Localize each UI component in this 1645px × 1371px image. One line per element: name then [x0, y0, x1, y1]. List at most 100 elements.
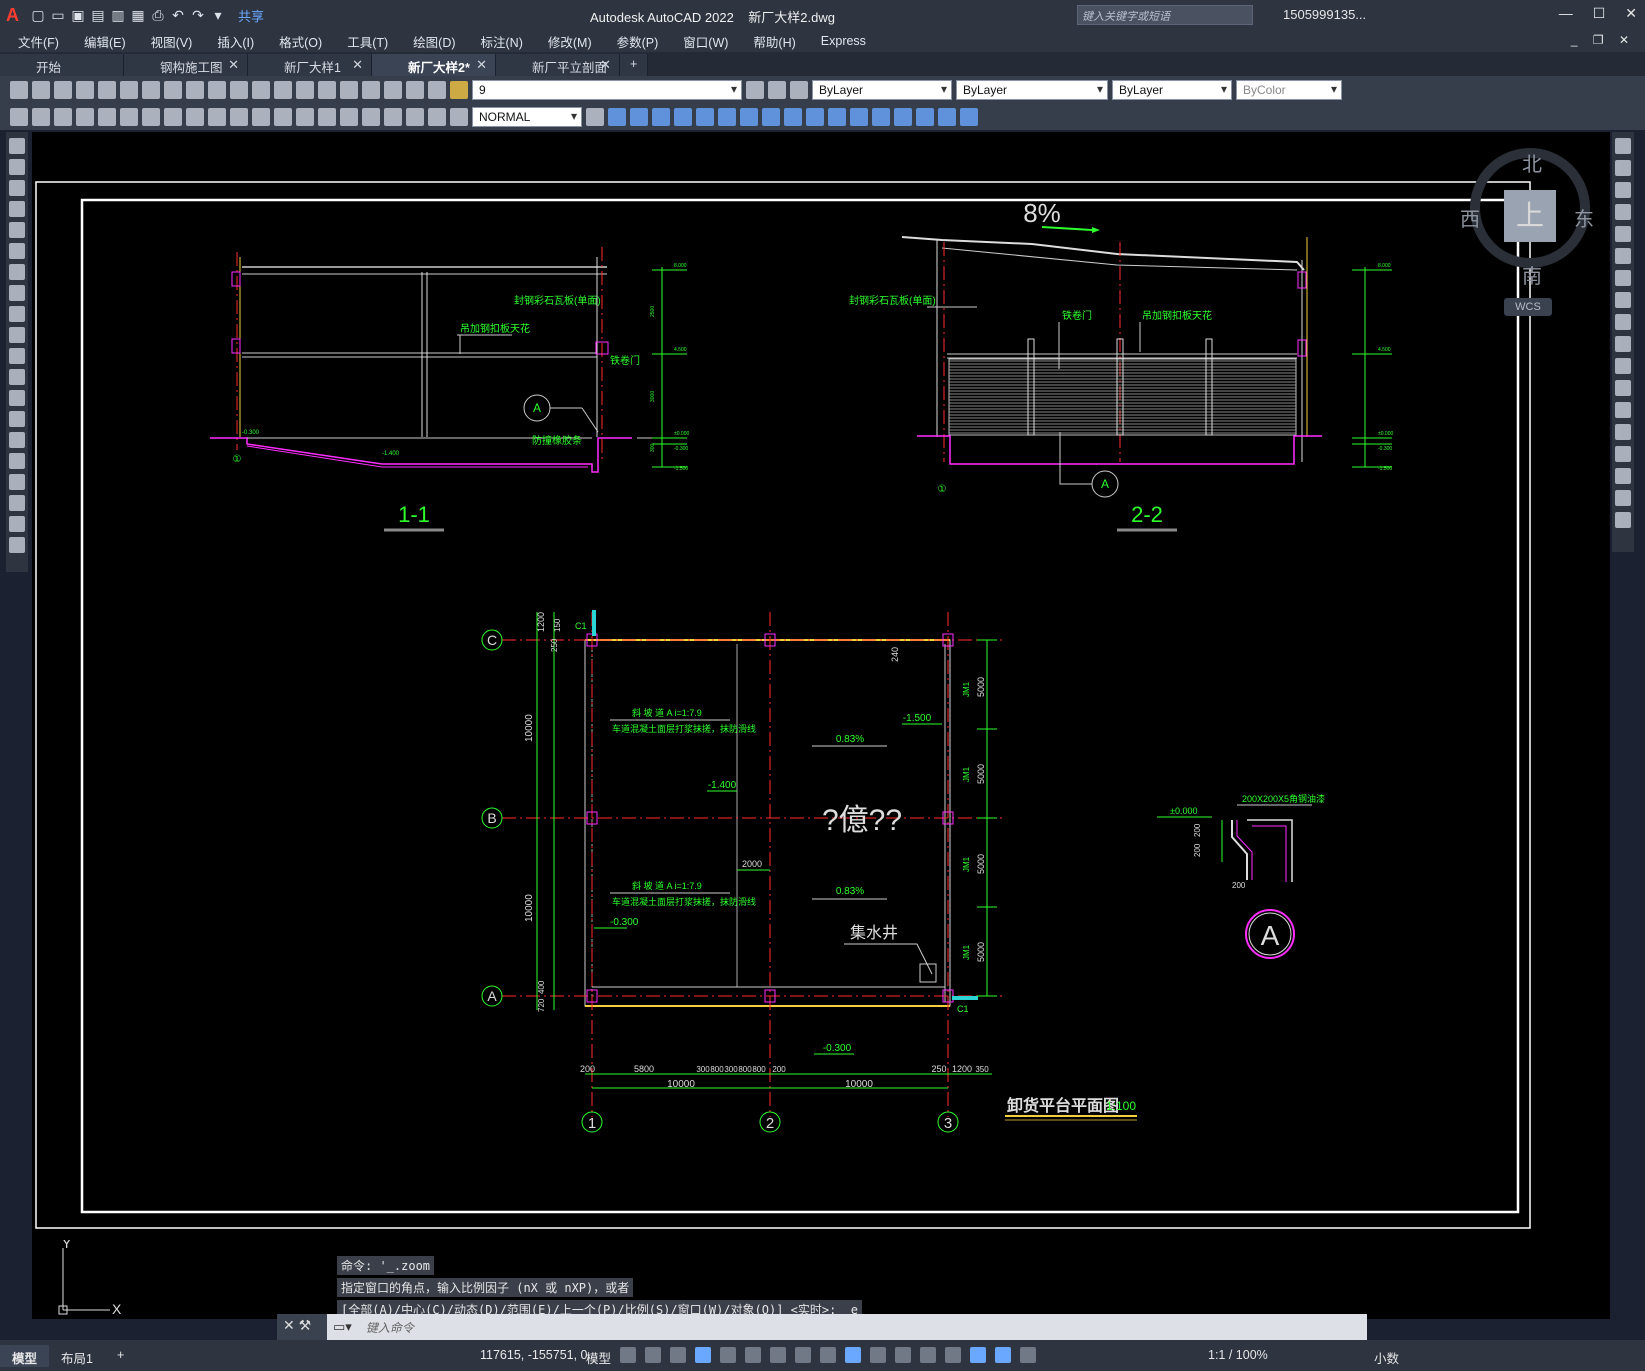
dimstyle-dropdown[interactable]: NORMAL [472, 106, 582, 127]
tab-steel-drawing[interactable]: 钢构施工图 ✕ [124, 54, 248, 76]
tab-start[interactable]: 开始 [0, 54, 124, 76]
autocad-logo-icon[interactable]: A [6, 5, 24, 26]
menu-help[interactable]: 帮助(H) [753, 32, 795, 51]
design-center-icon[interactable] [362, 80, 380, 99]
dim-radius-icon[interactable] [164, 107, 182, 126]
dim-linear-icon[interactable] [76, 107, 94, 126]
maximize-icon[interactable]: ☐ [1593, 5, 1606, 22]
dim-aligned-icon[interactable] [98, 107, 116, 126]
dim-space-icon[interactable] [318, 107, 336, 126]
copy-icon[interactable] [164, 80, 182, 99]
isodraft-icon[interactable] [745, 1347, 761, 1363]
orbit-icon[interactable] [828, 107, 846, 126]
infer-icon[interactable] [670, 1347, 686, 1363]
mirror-icon[interactable] [1615, 182, 1631, 198]
transparency-icon[interactable] [845, 1347, 861, 1363]
dropdown-icon[interactable]: ▾ [210, 7, 226, 23]
tab-layout1[interactable]: 布局1 [49, 1345, 105, 1367]
view-bottom-icon[interactable] [630, 107, 648, 126]
web-open-icon[interactable]: ▥ [110, 7, 126, 23]
hatch-icon[interactable] [9, 432, 25, 448]
dyn-ucs-icon[interactable] [920, 1347, 936, 1363]
compass-north[interactable]: 北 [1522, 148, 1542, 177]
layer-props-icon[interactable] [10, 107, 28, 126]
pan-icon[interactable] [274, 80, 292, 99]
ellipse-arc-icon[interactable] [9, 348, 25, 364]
help-icon[interactable] [428, 80, 446, 99]
lineweight-icon[interactable] [820, 1347, 836, 1363]
osnap-icon[interactable] [795, 1347, 811, 1363]
rectangle-icon[interactable] [9, 222, 25, 238]
dim-continue-icon[interactable] [296, 107, 314, 126]
ucs-icon[interactable] [872, 107, 890, 126]
region-icon[interactable] [9, 474, 25, 490]
layer-tools-icon[interactable] [746, 80, 764, 99]
gradient-icon[interactable] [9, 453, 25, 469]
rotate-icon[interactable] [1615, 270, 1631, 286]
undo-icon[interactable]: ↶ [170, 7, 186, 23]
menu-format[interactable]: 格式(O) [279, 32, 322, 51]
paste-icon[interactable] [186, 80, 204, 99]
ucs-prev-icon[interactable] [916, 107, 934, 126]
tab-plan-elevation[interactable]: 新厂平立剖面图*✕ [496, 54, 620, 94]
menu-view[interactable]: 视图(V) [151, 32, 193, 51]
plotstyle-dropdown[interactable]: ByColor [1236, 79, 1342, 100]
dim-break-icon[interactable] [340, 107, 358, 126]
offset-icon[interactable] [1615, 204, 1631, 220]
3dosnap-icon[interactable] [895, 1347, 911, 1363]
erase-icon[interactable] [1615, 138, 1631, 154]
dim-text-edit-icon[interactable] [450, 107, 468, 126]
command-input[interactable]: 键入命令 [352, 1319, 414, 1336]
menu-modify[interactable]: 修改(M) [548, 32, 592, 51]
spline-icon[interactable] [9, 306, 25, 322]
open-icon[interactable]: ▭ [50, 7, 66, 23]
polygon-icon[interactable] [9, 201, 25, 217]
units-dropdown[interactable]: 小数 [1374, 1348, 1399, 1367]
close-icon[interactable]: ✕ [352, 57, 363, 73]
dim-angular-icon[interactable] [230, 107, 248, 126]
stretch-icon[interactable] [1615, 314, 1631, 330]
preview-icon[interactable] [98, 80, 116, 99]
close-icon[interactable]: ✕ [600, 57, 611, 73]
annotation-visibility-icon[interactable] [995, 1347, 1011, 1363]
insert-block-icon[interactable] [9, 369, 25, 385]
compass-east[interactable]: 东 [1574, 203, 1594, 232]
fillet-icon[interactable] [1615, 468, 1631, 484]
wcs-menu[interactable]: WCS [1504, 298, 1552, 316]
view-ne-icon[interactable] [784, 107, 802, 126]
plot-icon[interactable]: ⎙ [150, 7, 166, 23]
dim-edit-icon[interactable] [428, 107, 446, 126]
dim-diameter-icon[interactable] [208, 107, 226, 126]
tab-detail-2[interactable]: 新厂大样2* ✕ [372, 54, 496, 76]
zoom-icon[interactable] [296, 80, 314, 99]
linetype-dropdown[interactable]: ByLayer [956, 79, 1108, 100]
blend-icon[interactable] [1615, 490, 1631, 506]
view-left-icon[interactable] [652, 107, 670, 126]
cmd-close-icon[interactable]: ✕ ⚒ [277, 1314, 327, 1340]
break-icon[interactable] [1615, 402, 1631, 418]
move-icon[interactable] [1615, 248, 1631, 264]
model-space-toggle[interactable]: 模型 [586, 1348, 611, 1367]
camera-icon[interactable] [850, 107, 868, 126]
trim-icon[interactable] [1615, 336, 1631, 352]
dim-baseline-icon[interactable] [274, 107, 292, 126]
polar-icon[interactable] [720, 1347, 736, 1363]
menu-edit[interactable]: 编辑(E) [84, 32, 126, 51]
publish-icon[interactable] [120, 80, 138, 99]
drawing-canvas[interactable]: 封钢彩石瓦板(单面) 吊加钢扣板天花 铁卷门 防撞橡胶条 A ① -0.300 … [32, 132, 1610, 1319]
auto-scale-icon[interactable] [1020, 1347, 1036, 1363]
compass-south[interactable]: 南 [1522, 260, 1542, 289]
tab-model[interactable]: 模型 [0, 1344, 50, 1367]
save-icon[interactable]: ▣ [70, 7, 86, 23]
menu-insert[interactable]: 插入(I) [217, 32, 254, 51]
polyline-icon[interactable] [9, 180, 25, 196]
view-nw-icon[interactable] [806, 107, 824, 126]
inspect-icon[interactable] [406, 107, 424, 126]
color-dropdown[interactable]: ByLayer [812, 79, 952, 100]
redo-icon[interactable]: ↷ [190, 7, 206, 23]
line-icon[interactable] [9, 138, 25, 154]
scale-icon[interactable] [1615, 292, 1631, 308]
add-layout-button[interactable]: + [105, 1345, 136, 1367]
search-input[interactable]: 键入关键字或短语 [1077, 5, 1253, 25]
ucs-world-icon[interactable] [894, 107, 912, 126]
